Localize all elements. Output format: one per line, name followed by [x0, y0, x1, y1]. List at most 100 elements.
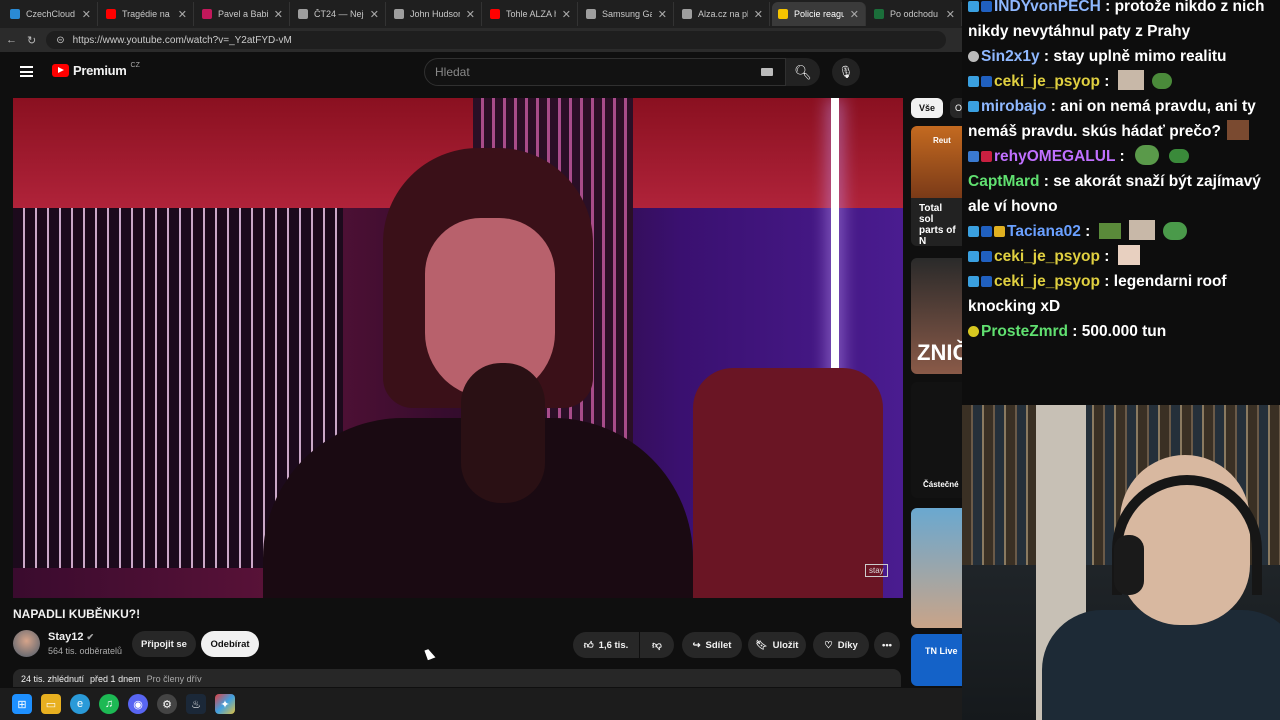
emote-icon: [1151, 73, 1172, 89]
channel-name[interactable]: Stay12 ✔: [48, 631, 94, 643]
browser-tab[interactable]: Alza.cz na platf ✕: [676, 2, 770, 26]
close-tab-icon[interactable]: ✕: [754, 8, 763, 21]
browser-tab-strip: CzechCloud St ✕ Tragédie na pla ✕ Pavel a …: [0, 0, 962, 28]
youtube-play-icon: [52, 64, 69, 77]
mouse-cursor: [424, 647, 436, 661]
menu-icon[interactable]: [20, 66, 33, 77]
file-explorer-icon[interactable]: ▭: [41, 694, 61, 714]
recommended-video-thumbnail[interactable]: [911, 508, 962, 628]
discord-icon[interactable]: ◉: [128, 694, 148, 714]
thumbs-up-icon: 👍︎: [583, 640, 594, 651]
edge-browser-icon[interactable]: e: [70, 694, 90, 714]
badge-icon: [968, 276, 979, 287]
address-bar[interactable]: ⊝ https://www.youtube.com/watch?v=_Y2atF…: [46, 31, 947, 49]
browser-tab[interactable]: Tohle ALZA ho ✕: [484, 2, 578, 26]
badge-icon: [968, 51, 979, 62]
members-early-badge: Pro členy dřív: [146, 674, 202, 684]
region-code: CZ: [130, 62, 140, 69]
verified-icon: ✔: [86, 632, 95, 642]
channel-watermark[interactable]: stay: [865, 564, 888, 577]
recommended-video-thumbnail[interactable]: Reut Total sol parts of N: [911, 126, 962, 246]
badge-icon: [968, 251, 979, 262]
tab-favicon: [874, 9, 884, 19]
back-icon[interactable]: ←: [6, 34, 17, 46]
video-player[interactable]: stay: [13, 98, 903, 598]
microphone-button[interactable]: 🎙︎: [832, 58, 860, 86]
badge-icon: [968, 226, 979, 237]
chat-message: mirobajo : ani on nemá pravdu, ani ty ne…: [968, 98, 1256, 140]
windows-start-icon[interactable]: ⊞: [12, 694, 32, 714]
close-tab-icon[interactable]: ✕: [370, 8, 379, 21]
join-button[interactable]: Připojit se: [132, 631, 196, 657]
browser-tab[interactable]: Pavel a Babiš v ✕: [196, 2, 290, 26]
badge-icon: [968, 151, 979, 162]
badge-icon: [981, 1, 992, 12]
browser-tab[interactable]: ČT24 — Nejdů ✕: [292, 2, 386, 26]
search-button[interactable]: 🔍︎: [786, 58, 820, 86]
microphone-icon: 🎙︎: [838, 65, 854, 79]
description-box[interactable]: 24 tis. zhlédnutí před 1 dnem Pro členy …: [13, 669, 901, 687]
browser-tab[interactable]: Samsung Gala ✕: [580, 2, 674, 26]
video-frame-light: [831, 98, 839, 394]
filter-chip[interactable]: O: [950, 98, 962, 118]
tab-favicon: [10, 9, 20, 19]
emote-icon: [1168, 149, 1189, 163]
reload-icon[interactable]: ↻: [27, 34, 36, 47]
recommended-video-thumbnail[interactable]: TN Live: [911, 634, 962, 686]
close-tab-icon[interactable]: ✕: [178, 8, 187, 21]
filter-chip-all[interactable]: Vše: [911, 98, 943, 118]
badge-icon: [981, 251, 992, 262]
thumbnail-caption: TN Live: [925, 646, 958, 656]
chat-message: Taciana02 :: [968, 219, 1274, 244]
browser-tab[interactable]: Po odchodu z ✕: [868, 2, 962, 26]
browser-tab[interactable]: Tragédie na pla ✕: [100, 2, 194, 26]
close-tab-icon[interactable]: ✕: [274, 8, 283, 21]
subscribe-button[interactable]: Odebírat: [201, 631, 259, 657]
color-app-icon[interactable]: ✦: [215, 694, 235, 714]
chat-message: ProsteZmrd : 500.000 tun: [968, 319, 1274, 344]
channel-avatar[interactable]: [13, 630, 40, 657]
chat-username: mirobajo: [981, 98, 1047, 115]
thanks-button[interactable]: ♡ Díky: [813, 632, 869, 658]
chat-text: 500.000 tun: [1081, 323, 1167, 340]
close-tab-icon[interactable]: ✕: [946, 8, 955, 21]
chat-message: INDYvonPECH : protože nikdo z nich nikdy…: [968, 0, 1265, 40]
close-tab-icon[interactable]: ✕: [82, 8, 91, 21]
close-tab-icon[interactable]: ✕: [466, 8, 475, 21]
close-tab-icon[interactable]: ✕: [850, 8, 859, 21]
keyboard-icon[interactable]: [761, 68, 773, 76]
share-button[interactable]: ↪ Sdílet: [682, 632, 742, 658]
browser-tab[interactable]: CzechCloud St ✕: [4, 2, 98, 26]
share-label: Sdílet: [705, 639, 732, 651]
recommended-video-thumbnail[interactable]: Částečné: [911, 382, 962, 498]
screen: CzechCloud St ✕ Tragédie na pla ✕ Pavel a …: [0, 0, 1280, 720]
browser-tab-active[interactable]: Policie reaguje ✕: [772, 2, 866, 26]
video-frame-microphone: [461, 363, 545, 503]
badge-icon: [968, 101, 979, 112]
spotify-icon[interactable]: ♫: [99, 694, 119, 714]
chat-username: Taciana02: [1007, 223, 1081, 240]
thumbnail-tag: Reut: [933, 136, 951, 145]
save-button[interactable]: 🔖︎ Uložit: [748, 632, 806, 658]
tab-title: CzechCloud St: [26, 9, 76, 19]
like-count: 1,6 tis.: [598, 639, 629, 651]
view-count: 24 tis. zhlédnutí: [21, 674, 85, 684]
recommended-video-thumbnail[interactable]: ZNIČ: [911, 258, 962, 374]
more-actions-button[interactable]: •••: [874, 632, 900, 658]
steam-icon[interactable]: ♨: [186, 694, 206, 714]
chat-username: rehyOMEGALUL: [994, 148, 1116, 165]
thumbnail-caption: ZNIČ: [917, 340, 962, 365]
youtube-logo[interactable]: Premium CZ: [52, 62, 140, 78]
tab-title: Pavel a Babiš v: [218, 9, 268, 19]
app-icon[interactable]: ⚙: [157, 694, 177, 714]
site-info-icon[interactable]: ⊝: [56, 35, 64, 46]
like-button[interactable]: 👍︎ 1,6 tis.: [573, 632, 639, 658]
more-icon: •••: [882, 639, 892, 651]
dislike-button[interactable]: 👎︎: [640, 632, 674, 658]
close-tab-icon[interactable]: ✕: [562, 8, 571, 21]
close-tab-icon[interactable]: ✕: [658, 8, 667, 21]
emote-icon: [1162, 222, 1187, 240]
tab-favicon: [298, 9, 308, 19]
search-input[interactable]: Hledat: [424, 58, 786, 86]
browser-tab[interactable]: John Hudson n ✕: [388, 2, 482, 26]
